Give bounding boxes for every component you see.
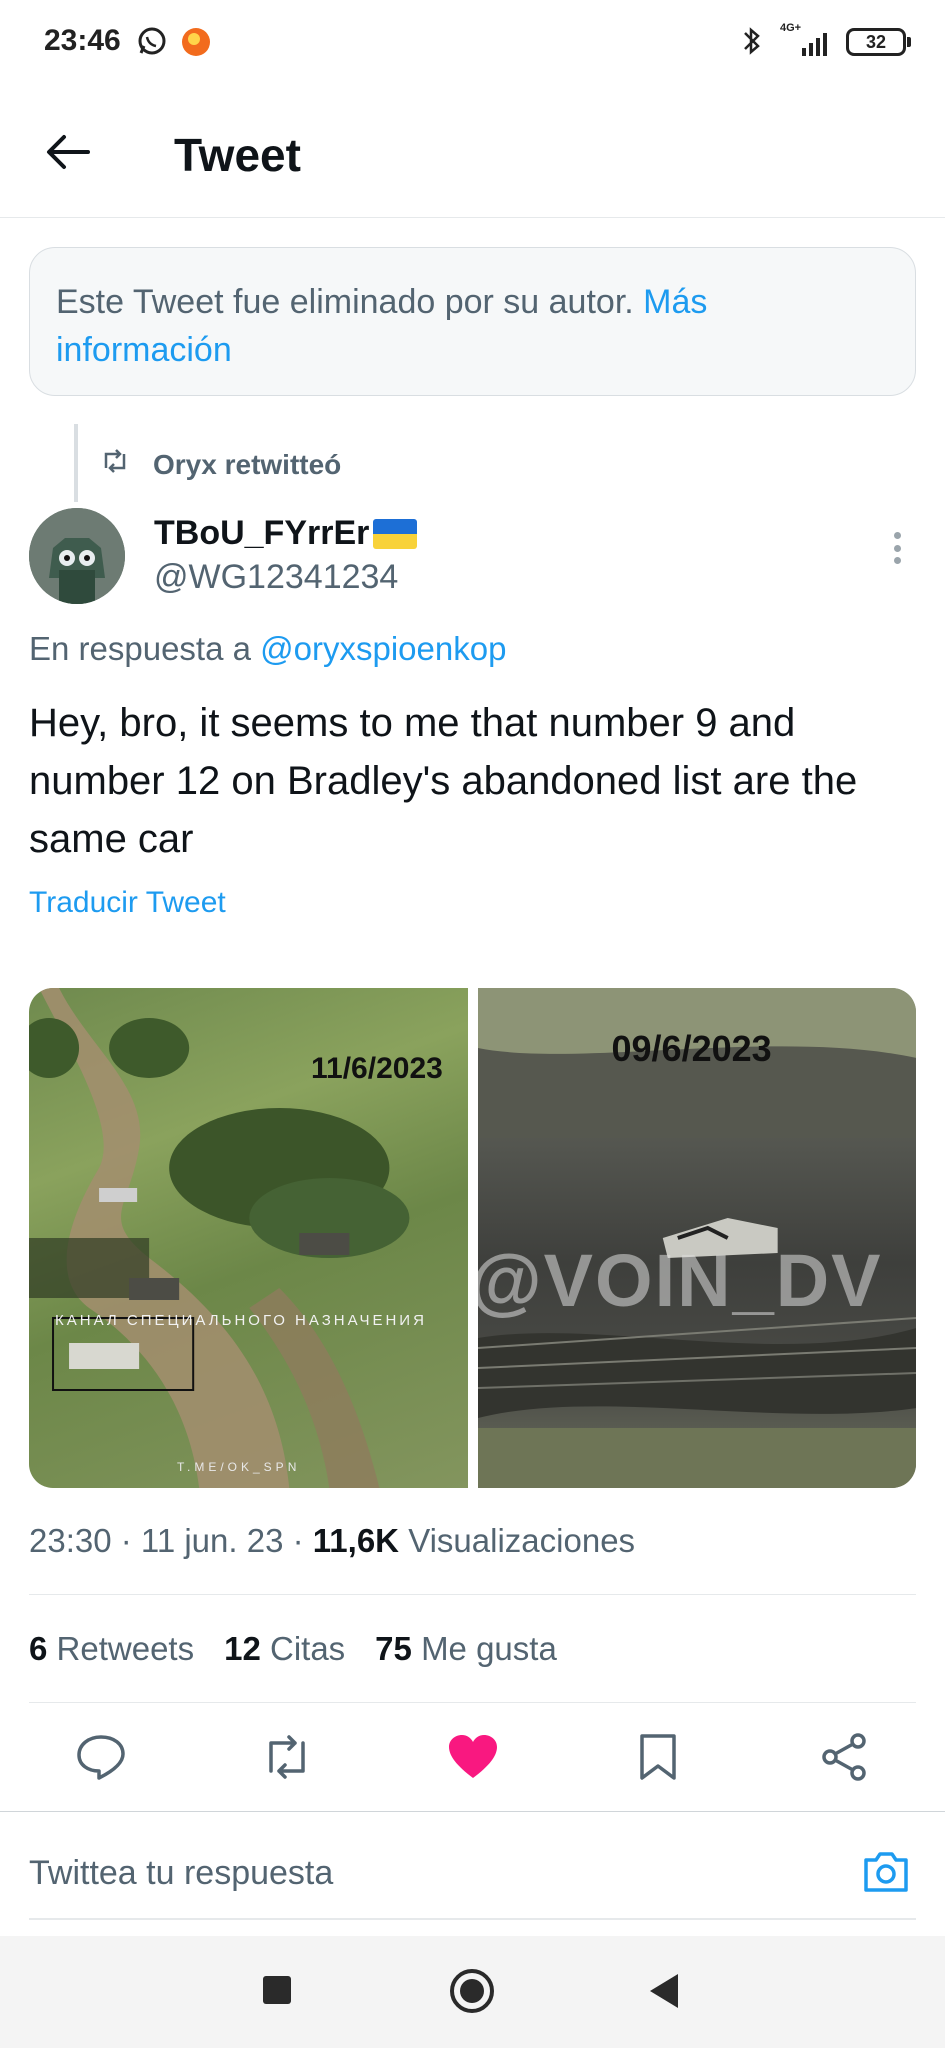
bookmark-button[interactable]: [626, 1725, 690, 1789]
status-bar: 23:46 4G+ 32: [0, 0, 945, 86]
signal-icon: [802, 33, 827, 56]
notice-text: Este Tweet fue eliminado por su autor.: [56, 283, 634, 321]
deleted-tweet-notice: Este Tweet fue eliminado por su autor. M…: [29, 247, 916, 396]
author-handle[interactable]: @WG12341234: [154, 558, 398, 597]
share-icon: [822, 1733, 866, 1781]
bluetooth-icon: [744, 27, 760, 55]
reply-button[interactable]: [69, 1725, 133, 1789]
likes-label: Me gusta: [421, 1630, 557, 1667]
network-type: 4G+: [780, 22, 802, 34]
quotes-count: 12: [224, 1630, 261, 1667]
dot: [893, 544, 901, 552]
ukraine-flag-emoji: [373, 518, 418, 549]
system-back-button[interactable]: [650, 1974, 678, 2008]
tweet-date: 11 jun. 23: [140, 1522, 284, 1559]
quotes-stat[interactable]: 12 Citas: [224, 1630, 345, 1668]
tweet-meta: 23:30 · 11 jun. 23 · 11,6K Visualizacion…: [29, 1522, 636, 1559]
back-button[interactable]: [36, 120, 100, 184]
tweet-text: Hey, bro, it seems to me that number 9 a…: [29, 701, 858, 861]
app-notification-icon: [182, 28, 210, 56]
views-count: 11,6K: [312, 1522, 400, 1559]
share-button[interactable]: [812, 1725, 876, 1789]
retweets-label: Retweets: [56, 1630, 195, 1667]
media-image-1[interactable]: 11/6/2023 КАНАЛ СПЕЦИАЛЬНОГО НАЗНАЧЕНИЯ …: [29, 988, 468, 1488]
dot: [893, 532, 901, 539]
whatsapp-icon: [138, 27, 166, 55]
tweet-actions: [29, 1725, 916, 1795]
reply-input[interactable]: Twittea tu respuesta: [29, 1854, 333, 1893]
like-button[interactable]: [441, 1725, 505, 1789]
retweeted-by-label: Oryx retwitteó: [153, 449, 342, 480]
reply-to-handle-link[interactable]: @oryxspioenkop: [260, 630, 506, 667]
heart-icon: [448, 1735, 497, 1778]
retweet-icon: [269, 1735, 305, 1779]
reply-icon: [77, 1735, 125, 1780]
bookmark-icon: [640, 1734, 676, 1780]
battery-indicator: 32: [846, 28, 911, 56]
translate-tweet-link[interactable]: Traducir Tweet: [29, 886, 226, 920]
retweets-count: 6: [29, 1630, 48, 1667]
likes-stat[interactable]: 75 Me gusta: [375, 1630, 557, 1668]
image-watermark: @VOIN_DV: [477, 1239, 883, 1322]
reply-context: En respuesta a @oryxspioenkop: [29, 630, 506, 668]
retweet-icon: [104, 449, 126, 473]
divider: [29, 1594, 916, 1595]
image-date-label: 09/6/2023: [611, 1028, 772, 1069]
author-name[interactable]: TBoU_FYrrEr: [154, 514, 418, 553]
top-app-bar: Tweet: [0, 86, 945, 218]
dot: [893, 557, 901, 564]
tweet-stats: 6 Retweets 12 Citas 75 Me gusta: [29, 1630, 557, 1668]
thread-line: [74, 424, 78, 502]
home-button[interactable]: [450, 1969, 494, 2013]
divider: [29, 1702, 916, 1703]
arrow-left-icon: [47, 135, 90, 169]
display-name: TBoU_FYrrEr: [154, 514, 370, 552]
image-caption: КАНАЛ СПЕЦИАЛЬНОГО НАЗНАЧЕНИЯ: [55, 1312, 427, 1329]
recent-apps-button[interactable]: [263, 1976, 291, 2004]
retweets-stat[interactable]: 6 Retweets: [29, 1630, 194, 1668]
retweet-button[interactable]: [255, 1725, 319, 1789]
avatar[interactable]: [29, 508, 125, 604]
image-date-label: 11/6/2023: [311, 1052, 443, 1085]
more-options-button[interactable]: [880, 526, 914, 570]
tweet-time: 23:30: [29, 1522, 112, 1559]
page-title: Tweet: [174, 129, 301, 181]
image-source-url: T.ME/OK_SPN: [177, 1460, 301, 1474]
camera-icon[interactable]: [860, 1846, 912, 1898]
status-time: 23:46: [44, 24, 121, 57]
reply-prefix: En respuesta a: [29, 630, 251, 667]
divider: [29, 1918, 916, 1920]
likes-count: 75: [375, 1630, 412, 1667]
media-gallery: 11/6/2023 КАНАЛ СПЕЦИАЛЬНОГО НАЗНАЧЕНИЯ …: [29, 988, 916, 1488]
avatar-image: [29, 508, 125, 604]
quotes-label: Citas: [269, 1630, 346, 1667]
views-label: Visualizaciones: [408, 1522, 636, 1559]
media-image-2[interactable]: @VOIN_DV 09/6/2023: [477, 988, 916, 1488]
